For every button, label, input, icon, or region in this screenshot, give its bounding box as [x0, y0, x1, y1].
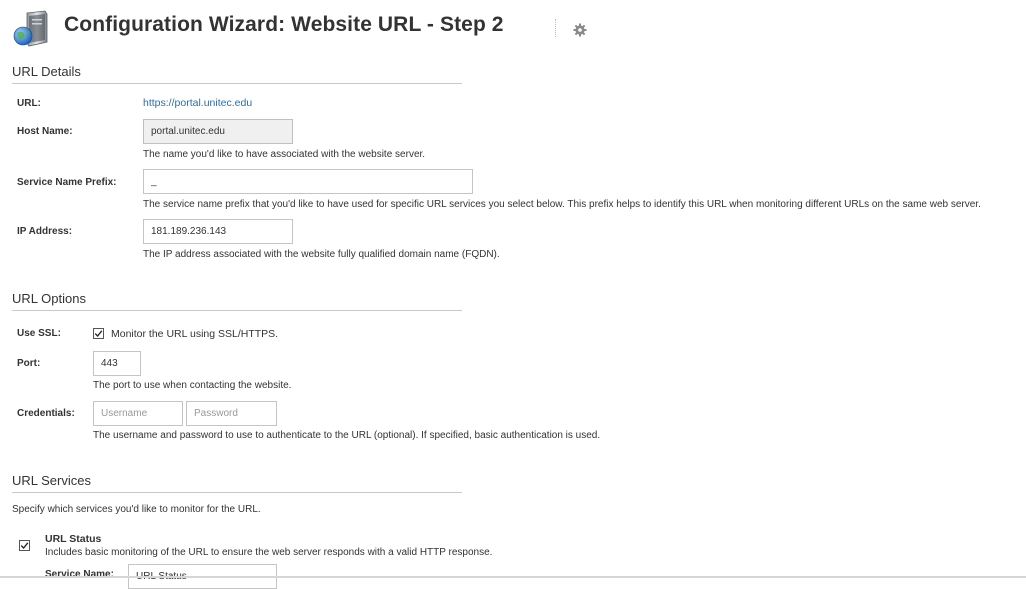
check-icon	[20, 542, 29, 549]
host-name-field[interactable]	[143, 119, 293, 144]
use-ssl-text: Monitor the URL using SSL/HTTPS.	[111, 328, 279, 340]
use-ssl-label: Use SSL:	[17, 328, 61, 339]
host-name-help: The name you'd like to have associated w…	[143, 149, 426, 160]
ip-address-field[interactable]	[143, 219, 293, 244]
host-name-label: Host Name:	[17, 126, 73, 137]
service-name-prefix-field[interactable]	[143, 169, 473, 194]
url-services-intro: Specify which services you'd like to mon…	[12, 504, 261, 515]
section-divider	[12, 83, 462, 84]
title-divider	[555, 19, 557, 37]
password-field[interactable]	[186, 401, 277, 426]
url-label: URL:	[17, 98, 41, 109]
server-globe-icon	[12, 10, 50, 48]
username-field[interactable]	[93, 401, 183, 426]
url-status-checkbox[interactable]	[19, 540, 30, 551]
service-name-prefix-help: The service name prefix that you'd like …	[143, 199, 981, 210]
url-status-title: URL Status	[45, 533, 102, 545]
url-link[interactable]: https://portal.unitec.edu	[143, 97, 252, 109]
port-label: Port:	[17, 358, 41, 369]
section-heading-url-details: URL Details	[12, 64, 81, 79]
page-title: Configuration Wizard: Website URL - Step…	[64, 13, 504, 36]
section-heading-url-services: URL Services	[12, 473, 91, 488]
section-divider	[12, 310, 462, 311]
service-name-label: Service Name:	[45, 569, 114, 580]
credentials-help: The username and password to use to auth…	[93, 430, 601, 441]
use-ssl-checkbox[interactable]	[93, 328, 104, 339]
port-field[interactable]	[93, 351, 141, 376]
section-heading-url-options: URL Options	[12, 291, 86, 306]
gear-icon[interactable]	[572, 22, 588, 38]
section-divider	[12, 492, 462, 493]
credentials-label: Credentials:	[17, 408, 75, 419]
url-status-description: Includes basic monitoring of the URL to …	[45, 547, 493, 558]
service-name-prefix-label: Service Name Prefix:	[17, 177, 117, 188]
ip-address-help: The IP address associated with the websi…	[143, 249, 500, 260]
port-help: The port to use when contacting the webs…	[93, 380, 292, 391]
check-icon	[94, 330, 103, 337]
ip-address-label: IP Address:	[17, 226, 73, 237]
